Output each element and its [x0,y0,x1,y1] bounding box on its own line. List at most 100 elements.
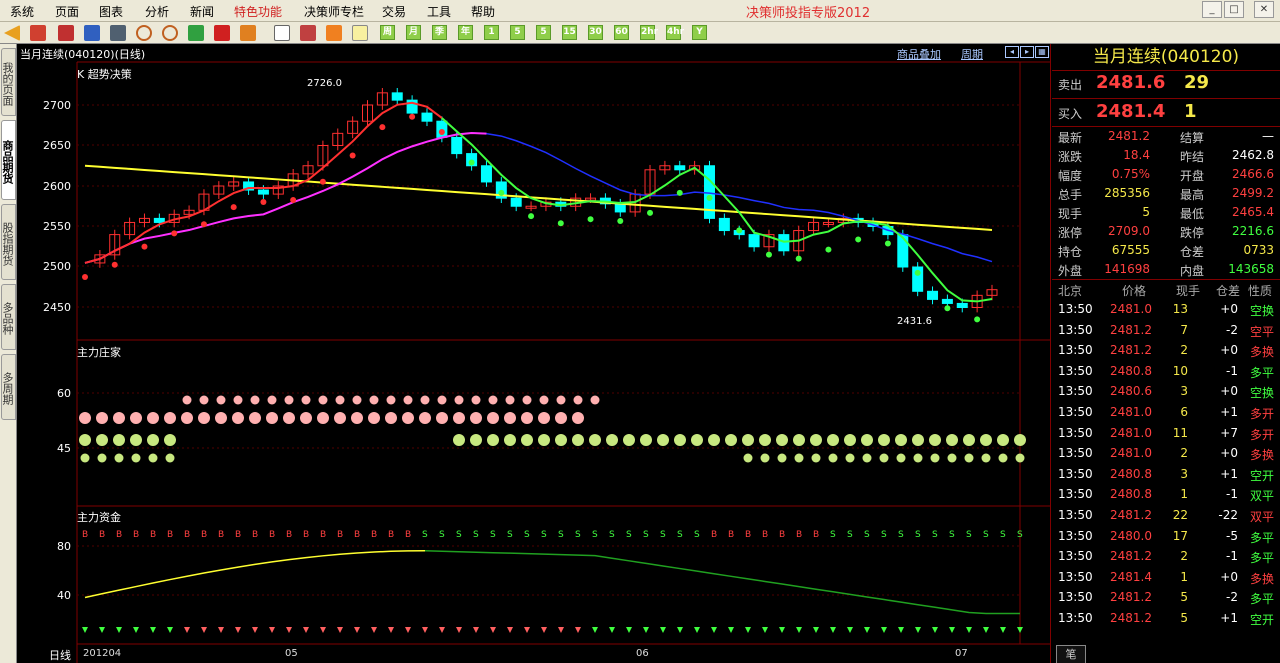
table-icon[interactable] [274,25,290,41]
period-y-button[interactable]: Y [692,25,707,40]
close-icon[interactable]: ✕ [1254,1,1274,18]
menu-tools[interactable]: 工具 [427,3,451,20]
trade-row[interactable]: 13:50 2480.0 17 -5 多平 [1056,527,1276,547]
brush-icon[interactable] [240,25,256,41]
period-month-button[interactable]: 月 [406,25,421,40]
trade-row[interactable]: 13:50 2480.6 3 +0 空换 [1056,382,1276,402]
zhuang-marker-bottom [913,453,923,463]
signal-dot [438,128,445,135]
period-3min-button[interactable]: 5 [510,25,525,40]
bid-price: 2481.4 [1096,101,1166,122]
minimize-icon[interactable]: _ [1202,1,1222,18]
trade-row[interactable]: 13:50 2481.0 2 +0 多换 [1056,444,1276,464]
zhuang-marker-bottom [743,453,753,463]
trade-row[interactable]: 13:50 2480.8 3 +1 空开 [1056,465,1276,485]
daily-icon[interactable] [352,25,368,41]
zhuang-marker-high [556,395,566,405]
quote-panel: 当月连续(040120) 卖出 2481.6 29 买入 2481.4 1 最新… [1052,44,1280,663]
tab-tick[interactable]: 笔 [1056,645,1086,663]
next-icon[interactable]: ▸ [1020,46,1034,58]
pen-icon[interactable] [214,25,230,41]
period-week-button[interactable]: 周 [380,25,395,40]
trade-row[interactable]: 13:50 2481.2 2 -1 多平 [1056,547,1276,567]
f10-icon[interactable] [84,25,100,41]
candle-body [956,302,968,309]
zhuang-marker-low [963,434,975,446]
trade-row[interactable]: 13:50 2480.8 1 -1 双平 [1056,485,1276,505]
stat-value: 2462.8 [1232,148,1274,162]
trade-row[interactable]: 13:50 2481.0 6 +1 多开 [1056,403,1276,423]
zoom-out-icon[interactable] [162,25,178,41]
menu-system[interactable]: 系统 [10,3,34,20]
tick-icon[interactable] [326,25,342,41]
prev-icon[interactable]: ◂ [1005,46,1019,58]
bs-marker: S [626,530,632,540]
overlay-link[interactable]: 商品叠加 [897,46,941,62]
bs-marker: B [82,530,88,540]
trade-row[interactable]: 13:50 2481.2 5 +1 空开 [1056,609,1276,629]
menu-special[interactable]: 特色功能 [234,3,282,20]
layout-icon[interactable]: ▦ [1035,46,1049,58]
candle-body [257,189,269,195]
zoom-in-icon[interactable] [136,25,152,41]
period-4hr-button[interactable]: 4hr [666,25,684,40]
trade-nature: 双平 [1249,510,1274,524]
period-60min-button[interactable]: 60 [614,25,629,40]
trade-row[interactable]: 13:50 2481.2 22 -22 双平 [1056,506,1276,526]
period-5min-button[interactable]: 5 [536,25,551,40]
menu-analysis[interactable]: 分析 [145,3,169,20]
trade-row[interactable]: 13:50 2481.0 13 +0 空换 [1056,300,1276,320]
trend-icon[interactable] [300,25,316,41]
menu-column[interactable]: 决策师专栏 [304,3,364,20]
zhuang-marker-low [538,434,550,446]
signal-dot [260,199,267,206]
flow-arrow [201,627,207,633]
flow-arrow [915,627,921,633]
menu-page[interactable]: 页面 [55,3,79,20]
candle-body [941,298,953,304]
maximize-icon[interactable]: □ [1224,1,1244,18]
stat-label: 总手 [1058,188,1083,202]
bs-marker: S [456,530,462,540]
home-icon[interactable] [30,25,46,41]
period-2hr-button[interactable]: 2hr [640,25,658,40]
trade-row[interactable]: 13:50 2481.2 7 -2 空平 [1056,321,1276,341]
trade-price: 2480.6 [1110,384,1152,399]
flow-arrow [643,627,649,633]
period-season-button[interactable]: 季 [432,25,447,40]
trade-row[interactable]: 13:50 2481.2 5 -2 多平 [1056,588,1276,608]
trade-volume: 5 [1180,611,1188,625]
tab-index-futures[interactable]: 股指期货 [1,204,16,280]
menu-help[interactable]: 帮助 [471,3,495,20]
trade-row[interactable]: 13:50 2480.8 10 -1 多平 [1056,362,1276,382]
signal-dot [617,218,624,225]
period-link[interactable]: 周期 [961,46,983,62]
toolbar: 周 月 季 年 1 5 5 15 30 60 2hr 4hr Y [0,22,1280,44]
tab-my-page[interactable]: 我的页面 [1,48,16,116]
trade-row[interactable]: 13:50 2481.4 1 +0 多换 [1056,568,1276,588]
y-tick-2550: 2550 [43,220,71,233]
zhuang-marker-low [793,434,805,446]
trade-row[interactable]: 13:50 2481.0 11 +7 多开 [1056,424,1276,444]
bs-marker: B [813,530,819,540]
period-30min-button[interactable]: 30 [588,25,603,40]
quote-icon[interactable] [58,25,74,41]
menu-news[interactable]: 新闻 [190,3,214,20]
panel1-label: K 超势决策 [77,68,132,81]
trade-oi-change: +0 [1220,343,1238,358]
candle-body [510,197,522,207]
print-icon[interactable] [110,25,126,41]
signal-dot [319,178,326,185]
period-15min-button[interactable]: 15 [562,25,577,40]
draw-icon[interactable] [188,25,204,41]
tab-commodity-futures[interactable]: 商品期货 [1,120,16,200]
menu-trade[interactable]: 交易 [382,3,406,20]
back-icon[interactable] [4,25,20,41]
menu-chart[interactable]: 图表 [99,3,123,20]
period-year-button[interactable]: 年 [458,25,473,40]
tab-multi-product[interactable]: 多品种 [1,284,16,350]
period-1min-button[interactable]: 1 [484,25,499,40]
trade-row[interactable]: 13:50 2481.2 2 +0 多换 [1056,341,1276,361]
chart-area[interactable]: BBBBBBBBBBBBBBBBBBBBSSSSSSSSSSSSSSSSSBBB… [17,44,1051,663]
tab-multi-period[interactable]: 多周期 [1,354,16,420]
